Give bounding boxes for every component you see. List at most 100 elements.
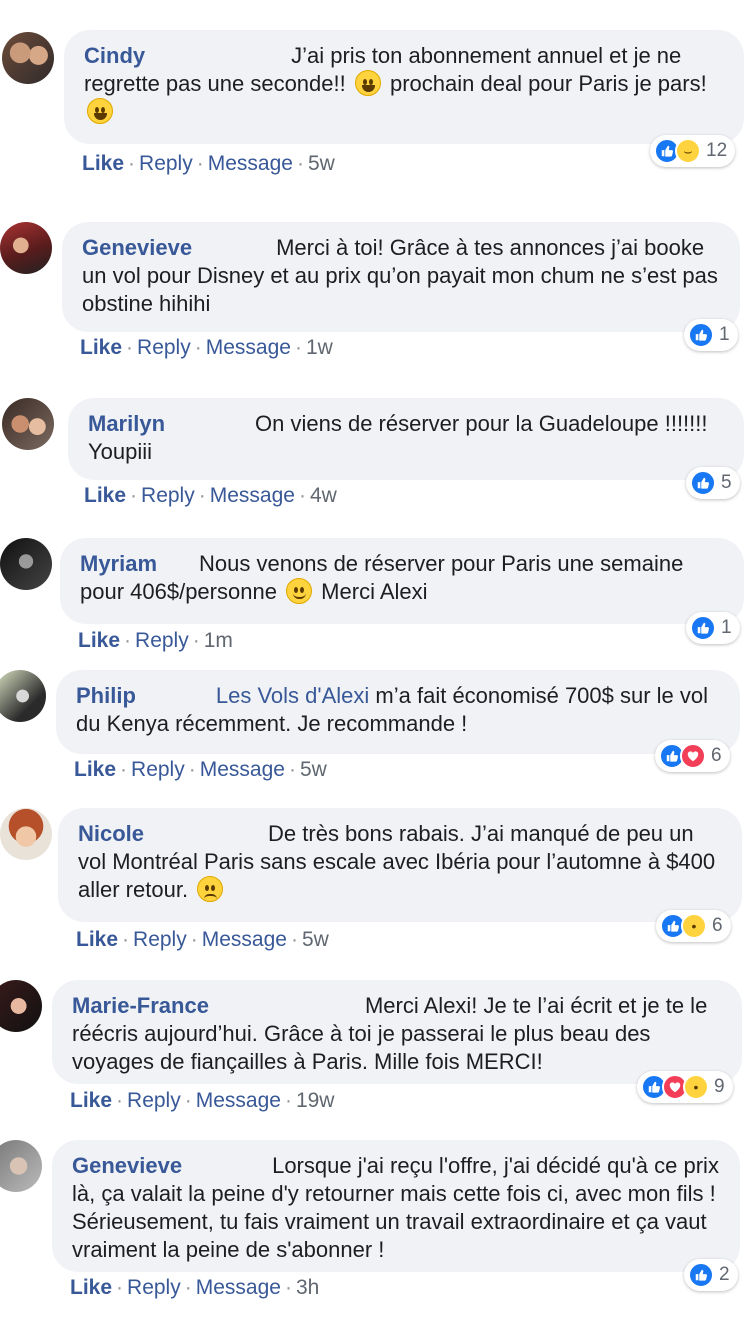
comment-text: prochain deal pour Paris je pars! [383, 71, 707, 96]
comment-bubble: Philip Les Vols d'Alexi m’a fait économis… [56, 670, 740, 754]
comment-bubble: Genevieve Lorsque j'ai reçu l'offre, j'ai… [52, 1140, 740, 1272]
message-button[interactable]: Message [200, 758, 285, 781]
timestamp[interactable]: 1m [204, 629, 233, 652]
comment-bubble: Genevieve Merci à toi! Grâce à tes annonc… [62, 222, 740, 332]
reaction-count: 1 [719, 324, 730, 345]
comment-actions: Like · Reply · Message · 3h [70, 1276, 319, 1300]
comment-author[interactable]: Philip [76, 683, 136, 708]
timestamp[interactable]: 3h [296, 1276, 319, 1299]
separator: · [122, 928, 130, 951]
avatar[interactable] [0, 980, 42, 1032]
timestamp[interactable]: 5w [308, 152, 335, 175]
comment-author[interactable]: Myriam [80, 551, 157, 576]
reactions-summary[interactable]: 1 [684, 319, 738, 351]
like-button[interactable]: Like [80, 336, 122, 359]
reactions-summary[interactable]: 5 [686, 467, 740, 499]
comment-bubble: Cindy J’ai pris ton abonnement annuel et … [64, 30, 744, 144]
comment-actions: Like · Reply · 1m [78, 629, 233, 653]
reply-button[interactable]: Reply [135, 629, 189, 652]
grin-emoji [87, 98, 113, 124]
avatar[interactable] [2, 32, 54, 84]
like-button[interactable]: Like [70, 1089, 112, 1112]
separator: · [124, 629, 132, 652]
reply-button[interactable]: Reply [137, 336, 191, 359]
reactions-summary[interactable]: • 6 [656, 910, 731, 942]
separator: · [116, 1089, 124, 1112]
comment-author[interactable]: Genevieve [82, 235, 192, 260]
separator: · [184, 1276, 192, 1299]
timestamp[interactable]: 5w [302, 928, 329, 951]
love-reaction-icon [680, 743, 706, 769]
reply-button[interactable]: Reply [139, 152, 193, 175]
grin-emoji [354, 70, 381, 96]
timestamp[interactable]: 4w [310, 484, 337, 507]
timestamp[interactable]: 1w [306, 336, 333, 359]
avatar[interactable] [0, 538, 52, 590]
separator: · [194, 336, 202, 359]
reply-button[interactable]: Reply [133, 928, 187, 951]
separator: · [184, 1089, 192, 1112]
separator: · [290, 928, 298, 951]
haha-reaction-icon: ⌣ [675, 138, 701, 164]
comment-actions: Like · Reply · Message · 5w [82, 152, 335, 176]
avatar[interactable] [0, 222, 52, 274]
page-mention-link[interactable]: Les Vols d'Alexi [216, 683, 369, 708]
avatar[interactable] [2, 398, 54, 450]
comment-bubble: Marie-France Merci Alexi! Je te l’ai écri… [52, 980, 742, 1084]
separator: · [198, 484, 206, 507]
like-button[interactable]: Like [82, 152, 124, 175]
reactions-summary[interactable]: 6 [655, 740, 730, 772]
separator: · [296, 152, 304, 175]
avatar[interactable] [0, 670, 46, 722]
message-button[interactable]: Message [210, 484, 295, 507]
avatar[interactable] [0, 808, 52, 860]
message-button[interactable]: Message [206, 336, 291, 359]
like-button[interactable]: Like [78, 629, 120, 652]
separator: · [284, 1276, 292, 1299]
reactions-summary[interactable]: 1 [686, 612, 740, 644]
message-button[interactable]: Message [208, 152, 293, 175]
reply-button[interactable]: Reply [127, 1276, 181, 1299]
comment-actions: Like · Reply · Message · 19w [70, 1089, 334, 1113]
reactions-summary[interactable]: • 9 [637, 1071, 733, 1103]
like-button[interactable]: Like [74, 758, 116, 781]
separator: · [126, 336, 134, 359]
timestamp[interactable]: 5w [300, 758, 327, 781]
avatar[interactable] [0, 1140, 42, 1192]
comment-author[interactable]: Genevieve [72, 1153, 182, 1178]
comment-author[interactable]: Cindy [84, 43, 145, 68]
separator: · [284, 1089, 292, 1112]
message-button[interactable]: Message [196, 1276, 281, 1299]
smile-emoji [286, 578, 313, 604]
like-reaction-icon [690, 470, 716, 496]
comment-text: m’a fait économisé 700$ sur le vol du Ke… [76, 683, 709, 736]
comment-bubble: Myriam Nous venons de réserver pour Paris… [60, 538, 744, 624]
like-button[interactable]: Like [70, 1276, 112, 1299]
reply-button[interactable]: Reply [127, 1089, 181, 1112]
like-reaction-icon [688, 322, 714, 348]
comment-text: De très bons rabais. J’ai manqué de peu … [78, 821, 716, 902]
reactions-summary[interactable]: ⌣ 12 [650, 135, 736, 167]
wow-reaction-icon: • [683, 1074, 709, 1100]
separator: · [294, 336, 302, 359]
message-button[interactable]: Message [196, 1089, 281, 1112]
like-button[interactable]: Like [84, 484, 126, 507]
message-button[interactable]: Message [202, 928, 287, 951]
reaction-count: 2 [719, 1264, 730, 1285]
separator: · [288, 758, 296, 781]
timestamp[interactable]: 19w [296, 1089, 335, 1112]
reaction-count: 9 [714, 1076, 725, 1097]
comment-author[interactable]: Marie-France [72, 993, 209, 1018]
reply-button[interactable]: Reply [131, 758, 185, 781]
reactions-summary[interactable]: 2 [684, 1259, 738, 1291]
comment-author[interactable]: Marilyn [88, 411, 165, 436]
like-button[interactable]: Like [76, 928, 118, 951]
separator: · [130, 484, 138, 507]
reply-button[interactable]: Reply [141, 484, 195, 507]
comment-text: Merci Alexi [315, 579, 428, 604]
comment-author[interactable]: Nicole [78, 821, 144, 846]
reaction-count: 6 [712, 915, 723, 936]
comment-bubble: Nicole De très bons rabais. J’ai manqué d… [58, 808, 742, 922]
comment-actions: Like · Reply · Message · 5w [76, 928, 329, 952]
comment-text: On viens de réserver pour la Guadeloupe … [88, 411, 708, 464]
